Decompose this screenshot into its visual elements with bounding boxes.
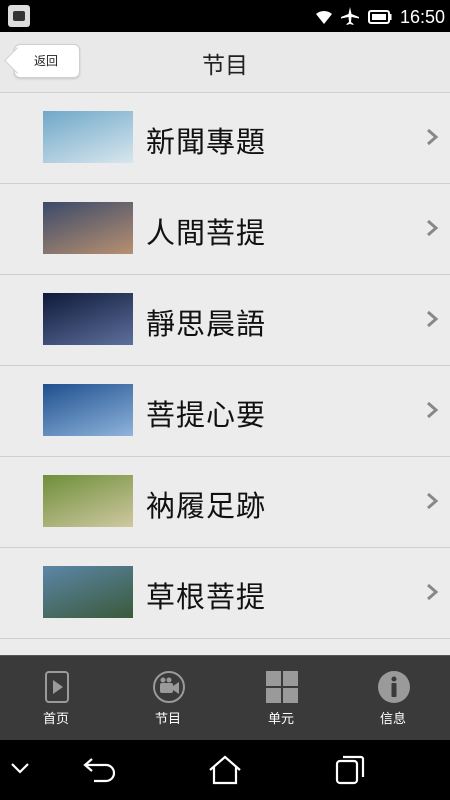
- tab-bar: 首页 节目 单元 信息: [0, 655, 450, 741]
- tab-info-label: 信息: [379, 712, 406, 727]
- camera-icon: [153, 671, 185, 703]
- status-time: 16:50: [400, 7, 446, 27]
- chevron-down-icon[interactable]: [9, 760, 31, 776]
- program-row[interactable]: 菩提心要: [0, 366, 450, 457]
- program-row[interactable]: 人間菩提: [0, 184, 450, 275]
- app-notification-icon: [8, 5, 30, 27]
- program-label: 人間菩提: [146, 216, 267, 250]
- wifi-icon: [316, 10, 332, 24]
- program-label: 靜思晨語: [146, 307, 267, 341]
- program-thumbnail: [43, 293, 133, 345]
- page-title: 节目: [202, 53, 248, 79]
- tab-info[interactable]: 信息: [337, 656, 449, 741]
- recent-apps-icon[interactable]: [334, 754, 366, 786]
- program-row[interactable]: 草根菩提: [0, 548, 450, 639]
- program-label: 衲履足跡: [146, 489, 267, 523]
- back-button-label: 返回: [34, 54, 59, 68]
- chevron-right-icon: [427, 401, 439, 419]
- program-label: 草根菩提: [146, 580, 267, 614]
- tab-home[interactable]: 首页: [0, 656, 112, 741]
- chevron-right-icon: [427, 128, 439, 146]
- program-thumbnail: [43, 475, 133, 527]
- info-icon: [378, 671, 410, 703]
- program-row[interactable]: 衲履足跡: [0, 457, 450, 548]
- chevron-right-icon: [427, 492, 439, 510]
- status-bar: 16:50: [0, 0, 450, 32]
- program-label: 菩提心要: [146, 398, 267, 432]
- battery-icon: [368, 10, 392, 24]
- back-nav-icon[interactable]: [82, 754, 118, 784]
- tab-units[interactable]: 单元: [225, 656, 337, 741]
- header: 返回 节目: [0, 32, 450, 93]
- grid-icon: [266, 671, 298, 703]
- chevron-right-icon: [427, 310, 439, 328]
- chevron-right-icon: [427, 219, 439, 237]
- tab-units-label: 单元: [267, 712, 294, 727]
- program-list: 新聞專題人間菩提靜思晨語菩提心要衲履足跡草根菩提: [0, 93, 450, 654]
- program-thumbnail: [43, 202, 133, 254]
- home-nav-icon[interactable]: [207, 754, 243, 786]
- tab-programs-label: 节目: [154, 712, 181, 727]
- program-label: 新聞專題: [146, 125, 267, 159]
- program-thumbnail: [43, 384, 133, 436]
- chevron-right-icon: [427, 583, 439, 601]
- tab-programs[interactable]: 节目: [112, 656, 224, 741]
- program-row[interactable]: [0, 639, 450, 654]
- program-row[interactable]: 新聞專題: [0, 93, 450, 184]
- program-thumbnail: [43, 566, 133, 618]
- program-thumbnail: [43, 111, 133, 163]
- system-nav-bar: [0, 740, 450, 800]
- airplane-mode-icon: [341, 7, 359, 25]
- program-row[interactable]: 靜思晨語: [0, 275, 450, 366]
- tab-home-label: 首页: [42, 712, 69, 727]
- phone-play-icon: [45, 671, 69, 703]
